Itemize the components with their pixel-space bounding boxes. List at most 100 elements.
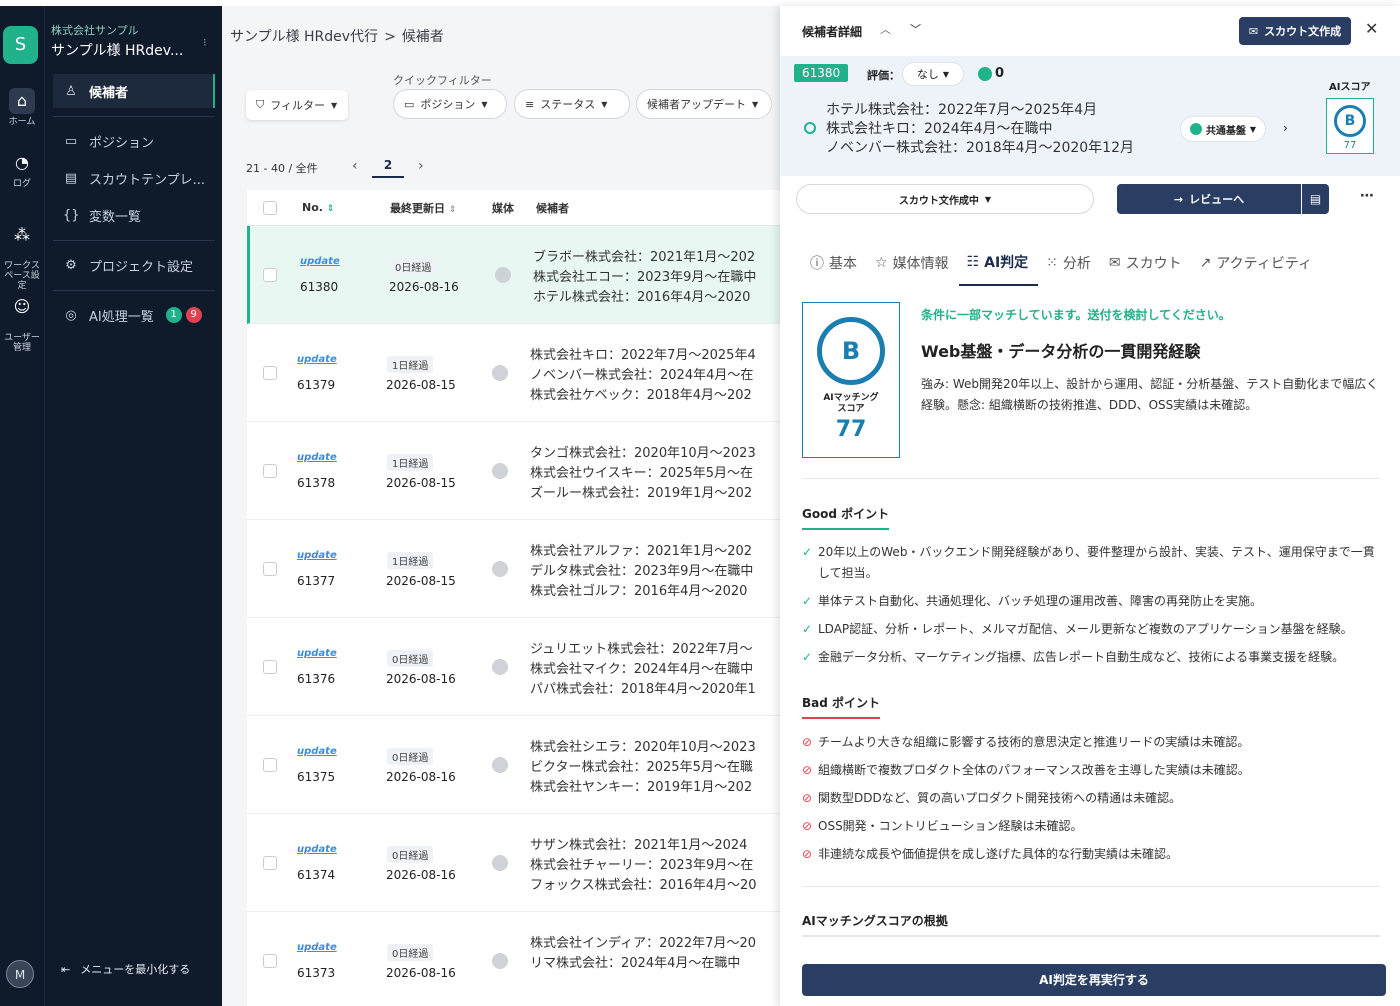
judgement-description: 強み: Web開発20年以上、設計から運用、認証・分析基盤、テスト自動化まで幅広… bbox=[921, 377, 1379, 412]
table-row[interactable]: update 61380 0日経過 2026-08-16 ブラボー株式会社：2021年1… bbox=[247, 226, 782, 324]
rail-workspace-settings[interactable]: ⁂ ワークス ペース設定 bbox=[0, 212, 44, 291]
updated-date: 2026-08-16 bbox=[386, 966, 456, 980]
evaluation-select[interactable]: なし ▼ bbox=[902, 62, 964, 86]
candidate-careers[interactable]: タンゴ株式会社：2020年10月〜2023 株式会社ウイスキー：2025年5月〜在… bbox=[530, 444, 780, 504]
sidebar-item-positions[interactable]: ▭ ポジション bbox=[53, 124, 215, 158]
chevron-left-icon[interactable]: ‹ bbox=[352, 158, 358, 174]
table-row[interactable]: update 61374 0日経過 2026-08-16 サザン株式会社：2021年1月… bbox=[247, 814, 782, 912]
breadcrumb-project[interactable]: サンプル様 HRdev代行 bbox=[230, 29, 378, 45]
check-icon: ✓ bbox=[802, 650, 813, 664]
mail-icon: ✉ bbox=[1108, 255, 1121, 271]
table-row[interactable]: update 61376 0日経過 2026-08-16 ジュリエット株式会社：2022… bbox=[247, 618, 782, 716]
quick-filter-position[interactable]: ▭ ポジション ▼ bbox=[393, 89, 507, 119]
candidate-careers[interactable]: ジュリエット株式会社：2022年7月〜 株式会社マイク：2024年4月〜在職中 パパ… bbox=[530, 640, 780, 700]
candidate-no[interactable]: 61380 bbox=[300, 280, 338, 294]
candidate-careers[interactable]: サザン株式会社：2021年1月〜2024 株式会社チャーリー：2023年9月〜在フ… bbox=[530, 836, 780, 896]
table-row[interactable]: update 61379 1日経過 2026-08-15 株式会社キロ：2022年7月〜… bbox=[247, 324, 782, 422]
row-checkbox[interactable] bbox=[263, 562, 277, 576]
career-line: 株式会社マイク：2024年4月〜在職中 bbox=[530, 662, 754, 677]
career-line: 株式会社シエラ：2020年10月〜2023 bbox=[530, 740, 756, 755]
column-header-no[interactable]: No. ⇕ bbox=[302, 201, 334, 214]
chevron-right-icon[interactable]: › bbox=[418, 158, 424, 174]
sidebar-item-project-settings[interactable]: ⚙ プロジェクト設定 bbox=[53, 248, 215, 282]
candidate-careers[interactable]: 株式会社キロ：2022年7月〜2025年4 ノベンバー株式会社：2024年4月〜在… bbox=[530, 346, 780, 406]
rail-log[interactable]: ◔ ログ bbox=[0, 150, 44, 189]
candidate-careers[interactable]: 株式会社インディア：2022年7月〜20 リマ株式会社：2024年4月〜在職中 bbox=[530, 934, 780, 974]
career-line: フォックス株式会社：2016年4月〜20 bbox=[530, 878, 757, 893]
row-checkbox[interactable] bbox=[263, 366, 277, 380]
caret-down-icon: ▼ bbox=[752, 99, 759, 109]
settings-icon: ⚙ bbox=[65, 257, 77, 273]
tab-ai-judgement[interactable]: ☷ AI判定 bbox=[958, 246, 1039, 286]
page-current[interactable]: 2 bbox=[372, 158, 404, 178]
minimize-menu-button[interactable]: ⇤ メニューを最小化する bbox=[61, 961, 190, 977]
table-row[interactable]: update 61373 0日経過 2026-08-16 株式会社インディア：2022年… bbox=[247, 912, 782, 1006]
score-basis-title: AIマッチングスコアの根拠 bbox=[802, 912, 1380, 937]
sidebar-item-ai-jobs[interactable]: ◎ AI処理一覧 1 9 bbox=[53, 298, 215, 332]
org-name: 株式会社サンプル bbox=[51, 24, 139, 37]
close-icon[interactable]: ✕ bbox=[1365, 19, 1378, 38]
sidebar-item-variables[interactable]: {} 変数一覧 bbox=[53, 198, 215, 232]
row-checkbox[interactable] bbox=[263, 660, 277, 674]
scout-status-select[interactable]: スカウト文作成中 ▼ bbox=[796, 184, 1094, 214]
base-select[interactable]: 共通基盤 ▼ bbox=[1180, 116, 1266, 142]
media-icon bbox=[492, 855, 508, 871]
caret-down-icon: ▼ bbox=[984, 194, 992, 204]
review-button[interactable]: → レビューへ bbox=[1117, 184, 1301, 214]
list-item: ⊘ 非連続な成長や価値提供を成し遂げた具体的な行動実績は未確認。 bbox=[802, 844, 1382, 865]
quick-filter-update[interactable]: 候補者アップデート ▼ bbox=[636, 89, 772, 119]
tab-analysis[interactable]: ⁙ 分析 bbox=[1038, 246, 1101, 286]
candidate-no[interactable]: 61376 bbox=[297, 672, 335, 686]
chevron-updown-icon[interactable]: ⁝ bbox=[203, 36, 207, 49]
row-checkbox[interactable] bbox=[263, 954, 277, 968]
message-count[interactable]: 0 bbox=[978, 66, 1004, 81]
comment-icon[interactable]: ▤ bbox=[1301, 184, 1329, 214]
ai-grade-large: B bbox=[817, 317, 885, 385]
candidate-no[interactable]: 61379 bbox=[297, 378, 335, 392]
chevron-down-icon[interactable]: ﹀ bbox=[910, 21, 921, 37]
column-header-updated[interactable]: 最終更新日 ⇕ bbox=[390, 200, 456, 216]
workspace-logo[interactable]: S bbox=[3, 26, 38, 64]
candidate-no[interactable]: 61375 bbox=[297, 770, 335, 784]
create-scout-button[interactable]: ✉ スカウト文作成 bbox=[1239, 17, 1351, 45]
prohibited-icon: ⊘ bbox=[802, 819, 813, 833]
refresh-icon[interactable] bbox=[804, 122, 816, 134]
ai-icon: ◎ bbox=[65, 307, 77, 323]
arrow-right-icon: → bbox=[1173, 192, 1184, 206]
row-checkbox[interactable] bbox=[263, 758, 277, 772]
candidate-no[interactable]: 61378 bbox=[297, 476, 335, 490]
candidate-careers[interactable]: ブラボー株式会社：2021年1月〜202 株式会社エコー：2023年9月〜在職中ホ… bbox=[533, 248, 782, 308]
updated-date: 2026-08-16 bbox=[386, 770, 456, 784]
tab-scout[interactable]: ✉ スカウト bbox=[1101, 246, 1192, 286]
project-switcher[interactable]: サンプル様 HRdev... bbox=[51, 40, 201, 60]
table-row[interactable]: update 61378 1日経過 2026-08-15 タンゴ株式会社：2020年10… bbox=[247, 422, 782, 520]
chevron-up-icon[interactable]: ︿ bbox=[880, 21, 891, 37]
sidebar-item-candidates[interactable]: ♙ 候補者 bbox=[53, 74, 215, 108]
rerun-ai-button[interactable]: AI判定を再実行する bbox=[802, 964, 1386, 996]
sidebar-item-scout-templates[interactable]: ▤ スカウトテンプレ... bbox=[53, 161, 215, 195]
rail-home[interactable]: ⌂ ホーム bbox=[0, 88, 44, 127]
tab-media[interactable]: ☆ 媒体情報 bbox=[867, 246, 959, 286]
tab-basic[interactable]: ⓘ 基本 bbox=[802, 246, 867, 286]
candidate-no[interactable]: 61377 bbox=[297, 574, 335, 588]
row-checkbox[interactable] bbox=[263, 856, 277, 870]
select-all-checkbox[interactable] bbox=[263, 201, 277, 215]
candidate-no[interactable]: 61373 bbox=[297, 966, 335, 980]
table-row[interactable]: update 61377 1日経過 2026-08-15 株式会社アルファ：2021年1… bbox=[247, 520, 782, 618]
create-scout-label: スカウト文作成 bbox=[1264, 25, 1342, 38]
avatar[interactable]: M bbox=[6, 960, 34, 988]
list-item: ⊘ チームより大きな組織に影響する技術的意思決定と推進リードの実績は未確認。 bbox=[802, 732, 1382, 753]
chevron-right-icon[interactable]: › bbox=[1283, 121, 1288, 135]
tab-activity[interactable]: ↗ アクティビティ bbox=[1192, 246, 1322, 286]
candidate-no[interactable]: 61374 bbox=[297, 868, 335, 882]
rail-user-management[interactable]: ☺ ユーザー 管理 bbox=[0, 284, 44, 353]
table-row[interactable]: update 61375 0日経過 2026-08-16 株式会社シエラ：2020年10… bbox=[247, 716, 782, 814]
row-checkbox[interactable] bbox=[263, 268, 277, 282]
more-icon[interactable]: ⋯ bbox=[1360, 188, 1374, 204]
row-checkbox[interactable] bbox=[263, 464, 277, 478]
candidate-careers[interactable]: 株式会社アルファ：2021年1月〜202 デルタ株式会社：2023年9月〜在職中株… bbox=[530, 542, 780, 602]
candidate-careers[interactable]: 株式会社シエラ：2020年10月〜2023 ビクター株式会社：2025年5月〜在職… bbox=[530, 738, 780, 798]
quick-filter-label: ポジション bbox=[420, 98, 476, 111]
filter-button[interactable]: ⛉ フィルター ▼ bbox=[246, 90, 348, 120]
quick-filter-status[interactable]: ≡ ステータス ▼ bbox=[514, 89, 630, 119]
